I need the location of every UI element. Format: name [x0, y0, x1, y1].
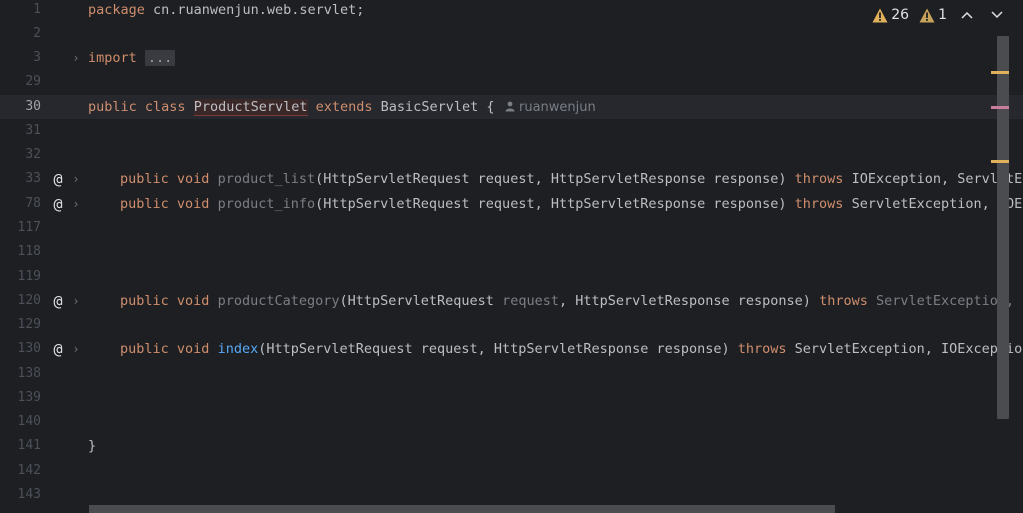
line-number: 3 — [33, 50, 41, 65]
method-name: productCategory — [217, 293, 340, 309]
line-number: 138 — [17, 366, 41, 381]
line-number: 120 — [17, 293, 41, 308]
weak-warnings-indicator[interactable]: 1 — [919, 7, 947, 23]
fold-expand-icon[interactable]: › — [70, 167, 82, 191]
code-text[interactable]: import ... — [88, 46, 176, 70]
fold-expand-icon[interactable]: › — [70, 192, 82, 216]
method-name: product_list — [217, 171, 316, 187]
author-name: ruanwenjun — [519, 100, 596, 115]
code-line-129[interactable]: 129 — [0, 313, 1023, 337]
warnings-count: 26 — [891, 7, 910, 23]
line-number: 2 — [33, 26, 41, 41]
code-line-33[interactable]: 33 @ › public void product_list(HttpServ… — [0, 167, 1023, 191]
code-text[interactable]: public void product_info(HttpServletRequ… — [120, 192, 1023, 216]
code-text[interactable]: public class ProductServlet extends Basi… — [88, 95, 494, 119]
warning-triangle-icon — [872, 8, 888, 22]
folded-imports[interactable]: ... — [144, 50, 176, 66]
code-line-29[interactable]: 29 — [0, 70, 1023, 94]
weak-warning-triangle-icon — [919, 8, 935, 22]
code-text[interactable]: public void productCategory(HttpServletR… — [120, 289, 1014, 313]
fold-expand-icon[interactable]: › — [70, 337, 82, 361]
warning-stripe-mark[interactable] — [991, 160, 1009, 163]
code-line-31[interactable]: 31 — [0, 119, 1023, 143]
author-hint[interactable]: ruanwenjun — [505, 95, 596, 120]
code-line-139[interactable]: 139 — [0, 386, 1023, 410]
method-name: index — [217, 341, 259, 357]
fold-expand-icon[interactable]: › — [70, 289, 82, 313]
warning-stripe-mark[interactable] — [991, 71, 1009, 74]
inspection-widget[interactable]: 26 1 — [872, 4, 1007, 26]
code-line-143[interactable]: 143 — [0, 483, 1023, 507]
warnings-indicator[interactable]: 26 — [872, 7, 909, 23]
vertical-scrollbar[interactable] — [997, 36, 1009, 419]
code-line-1[interactable]: 1 package cn.ruanwenjun.web.servlet; — [0, 0, 1023, 22]
code-line-130[interactable]: 130 @ › public void index(HttpServletReq… — [0, 337, 1023, 361]
line-number: 117 — [17, 220, 41, 235]
user-icon — [505, 101, 515, 112]
fold-expand-icon[interactable]: › — [70, 46, 82, 70]
line-number: 32 — [25, 147, 41, 162]
code-text[interactable]: } — [88, 434, 96, 458]
override-method-icon[interactable]: @ — [50, 171, 66, 187]
code-line-140[interactable]: 140 — [0, 410, 1023, 434]
line-number: 29 — [25, 74, 41, 89]
code-line-141[interactable]: 141 } — [0, 434, 1023, 458]
code-line-118[interactable]: 118 — [0, 240, 1023, 264]
method-name: product_info — [217, 196, 316, 212]
code-line-119[interactable]: 119 — [0, 265, 1023, 289]
line-number: 141 — [17, 438, 41, 453]
code-line-142[interactable]: 142 — [0, 459, 1023, 483]
class-name: ProductServlet — [193, 99, 308, 116]
line-number: 1 — [33, 2, 41, 17]
override-method-icon[interactable]: @ — [50, 196, 66, 212]
code-line-120[interactable]: 120 @ › public void productCategory(Http… — [0, 289, 1023, 313]
chevron-down-icon — [991, 10, 1003, 18]
override-method-icon[interactable]: @ — [50, 293, 66, 309]
code-line-32[interactable]: 32 — [0, 143, 1023, 167]
code-line-30[interactable]: 30 public class ProductServlet extends B… — [0, 95, 1023, 119]
line-number: 33 — [25, 171, 41, 186]
line-number: 118 — [17, 244, 41, 259]
line-number: 31 — [25, 123, 41, 138]
line-number: 119 — [17, 269, 41, 284]
weak-warnings-count: 1 — [938, 7, 947, 23]
line-number: 143 — [17, 487, 41, 502]
code-line-78[interactable]: 78 @ › public void product_info(HttpServ… — [0, 192, 1023, 216]
line-number: 78 — [25, 196, 41, 211]
line-number: 129 — [17, 317, 41, 332]
line-number: 130 — [17, 341, 41, 356]
code-text[interactable]: public void index(HttpServletRequest req… — [120, 337, 1022, 361]
code-line-138[interactable]: 138 — [0, 362, 1023, 386]
line-number: 140 — [17, 414, 41, 429]
previous-highlight-button[interactable] — [957, 8, 977, 23]
code-text[interactable]: public void product_list(HttpServletRequ… — [120, 167, 1022, 191]
code-line-117[interactable]: 117 — [0, 216, 1023, 240]
chevron-up-icon — [961, 11, 973, 19]
line-number: 30 — [25, 99, 41, 114]
line-number: 139 — [17, 390, 41, 405]
line-number: 142 — [17, 463, 41, 478]
error-stripe-mark[interactable] — [991, 106, 1009, 109]
next-highlight-button[interactable] — [987, 8, 1007, 23]
horizontal-scrollbar[interactable] — [89, 505, 835, 513]
code-text[interactable]: package cn.ruanwenjun.web.servlet; — [88, 0, 364, 22]
code-line-3[interactable]: 3 › import ... — [0, 46, 1023, 70]
code-line-2[interactable]: 2 — [0, 22, 1023, 46]
override-method-icon[interactable]: @ — [50, 341, 66, 357]
